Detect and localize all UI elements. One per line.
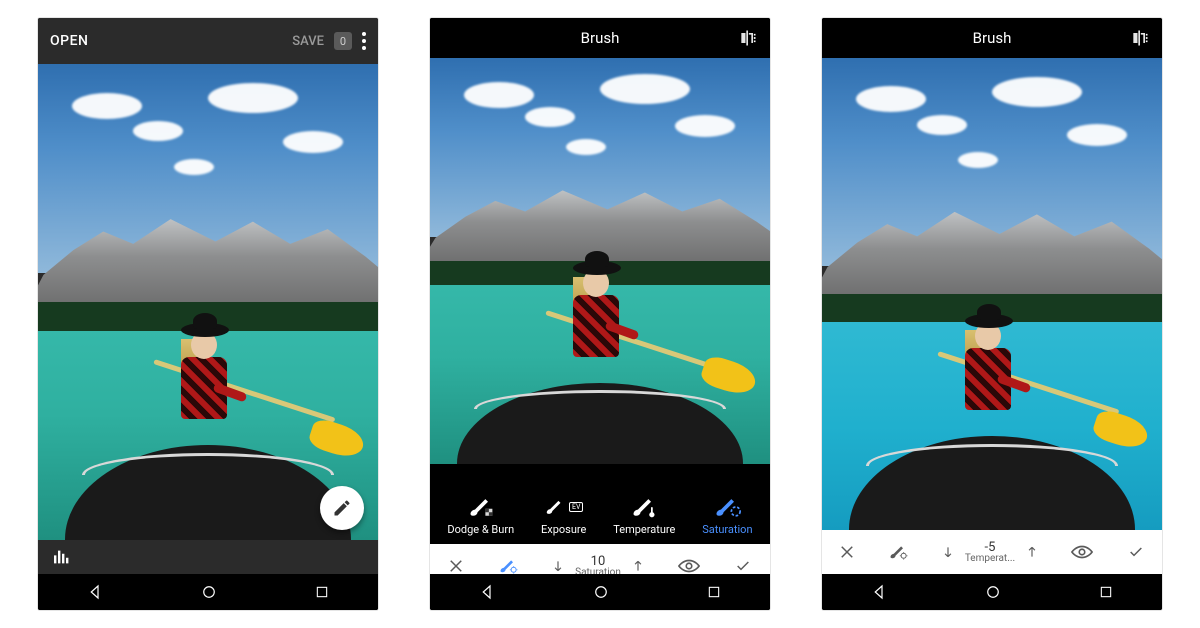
brush-icon — [713, 495, 741, 519]
apply-button[interactable] — [1126, 544, 1146, 560]
brush-title-bar: Brush — [822, 18, 1162, 58]
brush-icon — [630, 495, 658, 519]
screen-title: Brush — [973, 29, 1012, 47]
phone-main: OPEN SAVE 0 — [38, 18, 378, 610]
screen-title: Brush — [581, 29, 620, 47]
brush-title-bar: Brush — [430, 18, 770, 58]
android-nav-bar — [38, 574, 378, 610]
increase-button[interactable] — [631, 558, 645, 574]
tool-dodge-burn[interactable]: Dodge & Burn — [447, 495, 514, 536]
tool-label: Saturation — [702, 523, 752, 536]
nav-recent-icon[interactable] — [706, 584, 722, 600]
tool-label: Dodge & Burn — [447, 523, 514, 536]
android-nav-bar — [822, 574, 1162, 610]
brush-icon — [467, 495, 495, 519]
tool-exposure[interactable]: EV Exposure — [541, 495, 586, 536]
phone-brush-tools: Brush Dodge & Burn EV Exposure Temperatu… — [430, 18, 770, 610]
compare-icon[interactable] — [1130, 28, 1150, 48]
nav-home-icon[interactable] — [592, 583, 610, 601]
phone-brush-temperature: Brush -5 Temperat... — [822, 18, 1162, 610]
brush-action-bar: -5 Temperat... — [822, 530, 1162, 574]
close-button[interactable] — [838, 543, 856, 561]
apply-button[interactable] — [733, 558, 753, 574]
brush-settings-button[interactable] — [498, 556, 518, 576]
brush-icon: EV — [544, 495, 583, 519]
edit-fab[interactable] — [320, 486, 364, 530]
nav-back-icon[interactable] — [86, 583, 104, 601]
brush-settings-button[interactable] — [888, 542, 908, 562]
top-app-bar: OPEN SAVE 0 — [38, 18, 378, 64]
nav-recent-icon[interactable] — [1098, 584, 1114, 600]
image-canvas[interactable] — [430, 58, 770, 464]
photo-preview — [822, 58, 1162, 530]
increase-button[interactable] — [1025, 544, 1039, 560]
tool-temperature[interactable]: Temperature — [613, 495, 675, 536]
nav-back-icon[interactable] — [478, 583, 496, 601]
nav-home-icon[interactable] — [200, 583, 218, 601]
tool-label: Temperature — [613, 523, 675, 536]
close-button[interactable] — [447, 557, 465, 575]
histogram-icon[interactable] — [52, 549, 72, 565]
mask-visibility-button[interactable] — [678, 558, 700, 574]
photo-preview — [430, 58, 770, 464]
mask-visibility-button[interactable] — [1071, 544, 1093, 560]
tool-label: Exposure — [541, 523, 586, 536]
edit-stack-counter[interactable]: 0 — [334, 32, 352, 50]
slider-name: Temperat... — [965, 554, 1015, 564]
photo-preview — [38, 64, 378, 540]
slider-value: 10 — [591, 555, 606, 568]
tool-saturation[interactable]: Saturation — [702, 495, 752, 536]
pencil-icon — [332, 498, 352, 518]
open-button[interactable]: OPEN — [50, 33, 88, 49]
slider-readout: -5 Temperat... — [965, 541, 1015, 564]
more-options-icon[interactable] — [362, 32, 366, 50]
slider-value: -5 — [985, 541, 996, 554]
bottom-info-bar — [38, 540, 378, 574]
android-nav-bar — [430, 574, 770, 610]
brush-tool-row: Dodge & Burn EV Exposure Temperature Sat… — [430, 464, 770, 544]
save-button[interactable]: SAVE — [292, 34, 324, 49]
compare-icon[interactable] — [738, 28, 758, 48]
nav-home-icon[interactable] — [984, 583, 1002, 601]
nav-back-icon[interactable] — [870, 583, 888, 601]
decrease-button[interactable] — [551, 558, 565, 574]
decrease-button[interactable] — [941, 544, 955, 560]
nav-recent-icon[interactable] — [314, 584, 330, 600]
image-canvas[interactable] — [38, 64, 378, 540]
image-canvas[interactable] — [822, 58, 1162, 530]
